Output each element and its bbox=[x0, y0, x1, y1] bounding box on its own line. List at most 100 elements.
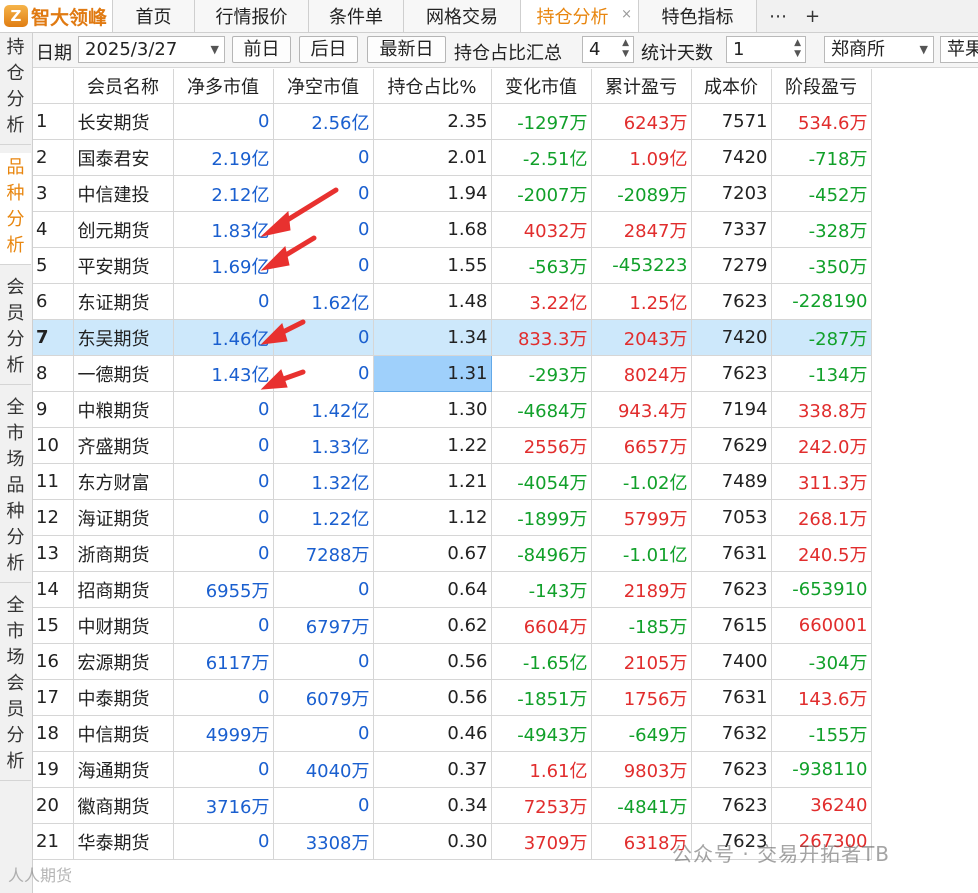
cell-member-name[interactable]: 华泰期货 bbox=[73, 823, 174, 860]
cell-member-name[interactable]: 徽商期货 bbox=[73, 787, 174, 824]
cell-position-pct[interactable]: 1.30 bbox=[373, 391, 492, 428]
cell-row-index[interactable]: 12 bbox=[33, 499, 74, 536]
cell-position-pct[interactable]: 0.64 bbox=[373, 571, 492, 608]
cell-row-index[interactable]: 16 bbox=[33, 643, 74, 680]
col-header-cumulative-pnl[interactable]: 累计盈亏 bbox=[591, 69, 692, 104]
cell-position-pct[interactable]: 1.55 bbox=[373, 247, 492, 284]
cell-member-name[interactable]: 平安期货 bbox=[73, 247, 174, 284]
cell-net-short-value[interactable]: 7288万 bbox=[273, 535, 374, 572]
cell-net-long-value[interactable]: 6117万 bbox=[173, 643, 274, 680]
cell-change-value[interactable]: -563万 bbox=[491, 247, 592, 284]
cell-position-pct[interactable]: 1.68 bbox=[373, 211, 492, 248]
cell-net-short-value[interactable]: 0 bbox=[273, 643, 374, 680]
cell-row-index[interactable]: 21 bbox=[33, 823, 74, 860]
cell-row-index[interactable]: 6 bbox=[33, 283, 74, 320]
cell-net-long-value[interactable]: 6955万 bbox=[173, 571, 274, 608]
cell-stage-pnl[interactable]: 36240 bbox=[771, 787, 872, 824]
cell-net-short-value[interactable]: 0 bbox=[273, 211, 374, 248]
side-item-market-member-analysis[interactable]: 全市场会员分析 bbox=[0, 591, 31, 781]
cell-cost-price[interactable]: 7623 bbox=[691, 751, 772, 788]
cell-member-name[interactable]: 招商期货 bbox=[73, 571, 174, 608]
cell-net-short-value[interactable]: 1.22亿 bbox=[273, 499, 374, 536]
cell-net-long-value[interactable]: 0 bbox=[173, 607, 274, 644]
tab-quotes[interactable]: 行情报价 bbox=[194, 0, 308, 32]
side-item-position-analysis[interactable]: 持仓分析 bbox=[0, 33, 31, 145]
cell-row-index[interactable]: 11 bbox=[33, 463, 74, 500]
col-header-stage-pnl[interactable]: 阶段盈亏 bbox=[771, 69, 872, 104]
cell-net-long-value[interactable]: 0 bbox=[173, 283, 274, 320]
cell-position-pct[interactable]: 0.34 bbox=[373, 787, 492, 824]
cell-stage-pnl[interactable]: -328万 bbox=[771, 211, 872, 248]
cell-net-long-value[interactable]: 0 bbox=[173, 103, 274, 140]
cell-member-name[interactable]: 中泰期货 bbox=[73, 679, 174, 716]
cell-cost-price[interactable]: 7400 bbox=[691, 643, 772, 680]
col-header-member[interactable]: 会员名称 bbox=[73, 69, 174, 104]
cell-cost-price[interactable]: 7279 bbox=[691, 247, 772, 284]
cell-net-short-value[interactable]: 1.62亿 bbox=[273, 283, 374, 320]
cell-row-index[interactable]: 3 bbox=[33, 175, 74, 212]
cell-stage-pnl[interactable]: 660001 bbox=[771, 607, 872, 644]
cell-row-index[interactable]: 14 bbox=[33, 571, 74, 608]
cell-cumulative-pnl[interactable]: 2105万 bbox=[591, 643, 692, 680]
cell-stage-pnl[interactable]: 534.6万 bbox=[771, 103, 872, 140]
cell-cost-price[interactable]: 7623 bbox=[691, 283, 772, 320]
tab-home[interactable]: 首页 bbox=[112, 0, 194, 32]
cell-member-name[interactable]: 东吴期货 bbox=[73, 319, 174, 356]
cell-cost-price[interactable]: 7571 bbox=[691, 103, 772, 140]
cell-cost-price[interactable]: 7632 bbox=[691, 715, 772, 752]
cell-cost-price[interactable]: 7337 bbox=[691, 211, 772, 248]
cell-net-long-value[interactable]: 0 bbox=[173, 679, 274, 716]
cell-cumulative-pnl[interactable]: -1.01亿 bbox=[591, 535, 692, 572]
cell-cumulative-pnl[interactable]: 6657万 bbox=[591, 427, 692, 464]
cell-cumulative-pnl[interactable]: -185万 bbox=[591, 607, 692, 644]
side-item-product-analysis[interactable]: 品种分析 bbox=[0, 153, 31, 265]
col-header-net-long[interactable]: 净多市值 bbox=[173, 69, 274, 104]
cell-net-short-value[interactable]: 0 bbox=[273, 139, 374, 176]
table-row[interactable]: 12 海证期货 0 1.22亿 1.12 -1899万 5799万 7053 268.1万 bbox=[33, 499, 872, 536]
cell-net-long-value[interactable]: 0 bbox=[173, 391, 274, 428]
table-row[interactable]: 1 长安期货 0 2.56亿 2.35 -1297万 6243万 7571 534.6万 bbox=[33, 103, 872, 140]
table-row[interactable]: 15 中财期货 0 6797万 0.62 6604万 -185万 7615 660001 bbox=[33, 607, 872, 644]
cell-position-pct[interactable]: 1.12 bbox=[373, 499, 492, 536]
cell-cumulative-pnl[interactable]: 2847万 bbox=[591, 211, 692, 248]
cell-stage-pnl[interactable]: -718万 bbox=[771, 139, 872, 176]
cell-position-pct[interactable]: 1.94 bbox=[373, 175, 492, 212]
col-header-position-pct[interactable]: 持仓占比% bbox=[373, 69, 492, 104]
col-header-net-short[interactable]: 净空市值 bbox=[273, 69, 374, 104]
cell-change-value[interactable]: 2556万 bbox=[491, 427, 592, 464]
cell-change-value[interactable]: -4943万 bbox=[491, 715, 592, 752]
cell-stage-pnl[interactable]: 242.0万 bbox=[771, 427, 872, 464]
cell-net-short-value[interactable]: 1.33亿 bbox=[273, 427, 374, 464]
cell-net-long-value[interactable]: 1.83亿 bbox=[173, 211, 274, 248]
cell-stage-pnl[interactable]: -938110 bbox=[771, 751, 872, 788]
table-row[interactable]: 2 国泰君安 2.19亿 0 2.01 -2.51亿 1.09亿 7420 -718万 bbox=[33, 139, 872, 176]
cell-cost-price[interactable]: 7420 bbox=[691, 319, 772, 356]
table-row[interactable]: 11 东方财富 0 1.32亿 1.21 -4054万 -1.02亿 7489 311.3万 bbox=[33, 463, 872, 500]
cell-stage-pnl[interactable]: 311.3万 bbox=[771, 463, 872, 500]
cell-cumulative-pnl[interactable]: 1756万 bbox=[591, 679, 692, 716]
table-row[interactable]: 16 宏源期货 6117万 0 0.56 -1.65亿 2105万 7400 -304万 bbox=[33, 643, 872, 680]
cell-member-name[interactable]: 中财期货 bbox=[73, 607, 174, 644]
table-row[interactable]: 4 创元期货 1.83亿 0 1.68 4032万 2847万 7337 -328万 bbox=[33, 211, 872, 248]
cell-row-index[interactable]: 10 bbox=[33, 427, 74, 464]
cell-change-value[interactable]: 3.22亿 bbox=[491, 283, 592, 320]
cell-member-name[interactable]: 海通期货 bbox=[73, 751, 174, 788]
tab-position-analysis[interactable]: 持仓分析 × bbox=[520, 0, 638, 32]
cell-member-name[interactable]: 一德期货 bbox=[73, 355, 174, 392]
spin-arrows-icon[interactable]: ▲ ▼ bbox=[794, 38, 801, 60]
cell-position-pct[interactable]: 1.34 bbox=[373, 319, 492, 356]
cell-stage-pnl[interactable]: 143.6万 bbox=[771, 679, 872, 716]
days-stepper[interactable]: 1 ▲ ▼ bbox=[726, 36, 806, 63]
cell-net-long-value[interactable]: 2.12亿 bbox=[173, 175, 274, 212]
cell-net-short-value[interactable]: 0 bbox=[273, 355, 374, 392]
cell-position-pct[interactable]: 0.62 bbox=[373, 607, 492, 644]
cell-change-value[interactable]: 4032万 bbox=[491, 211, 592, 248]
cell-change-value[interactable]: -1.65亿 bbox=[491, 643, 592, 680]
cell-cumulative-pnl[interactable]: 6243万 bbox=[591, 103, 692, 140]
cell-member-name[interactable]: 中信期货 bbox=[73, 715, 174, 752]
next-day-button[interactable]: 后日 bbox=[299, 36, 358, 63]
date-picker[interactable]: 2025/3/27 ▼ bbox=[78, 36, 225, 63]
cell-stage-pnl[interactable]: -452万 bbox=[771, 175, 872, 212]
cell-row-index[interactable]: 17 bbox=[33, 679, 74, 716]
cell-change-value[interactable]: -1851万 bbox=[491, 679, 592, 716]
